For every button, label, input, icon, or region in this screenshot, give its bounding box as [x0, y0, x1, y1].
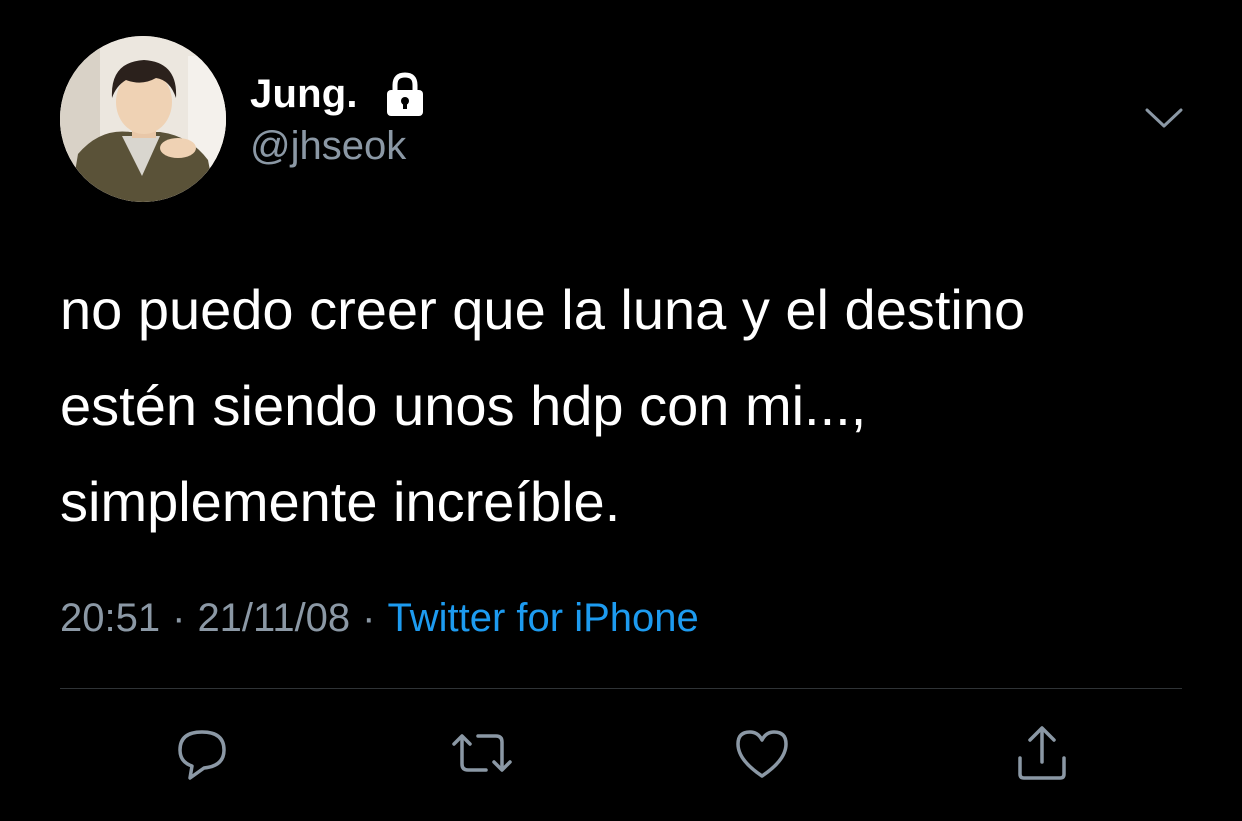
- share-button[interactable]: [1010, 722, 1074, 786]
- profile-photo: [60, 36, 226, 202]
- like-button[interactable]: [730, 722, 794, 786]
- tweet-text: no puedo creer que la luna y el destino …: [60, 262, 1200, 550]
- divider: [60, 688, 1182, 689]
- retweet-icon: [452, 734, 512, 772]
- meta-separator: ·: [172, 596, 186, 640]
- tweet-text-line: simplemente increíble.: [60, 470, 621, 533]
- tweet-source-link[interactable]: Twitter for iPhone: [388, 596, 699, 640]
- tweet-meta: 20:51 · 21/11/08 · Twitter for iPhone: [60, 596, 699, 641]
- like-icon: [736, 730, 788, 778]
- reply-icon: [178, 730, 226, 780]
- retweet-button[interactable]: [450, 722, 514, 786]
- author-display-name[interactable]: Jung.: [250, 72, 358, 117]
- reply-button[interactable]: [170, 722, 234, 786]
- tweet-date[interactable]: 21/11/08: [197, 596, 350, 640]
- share-icon: [1018, 726, 1066, 780]
- tweet-text-line: no puedo creer que la luna y el destino: [60, 278, 1026, 341]
- avatar[interactable]: [60, 36, 226, 202]
- tweet-time[interactable]: 20:51: [60, 596, 160, 640]
- author-row: Jung.: [250, 68, 428, 120]
- chevron-down-icon[interactable]: [1144, 106, 1184, 132]
- author-handle[interactable]: @jhseok: [250, 124, 406, 169]
- tweet-text-line: estén siendo unos hdp con mi...,: [60, 374, 867, 437]
- lock-icon: [386, 72, 423, 116]
- tweet-detail: Jung. @jhseok no puedo creer que la luna…: [0, 0, 1242, 821]
- meta-separator: ·: [362, 596, 376, 640]
